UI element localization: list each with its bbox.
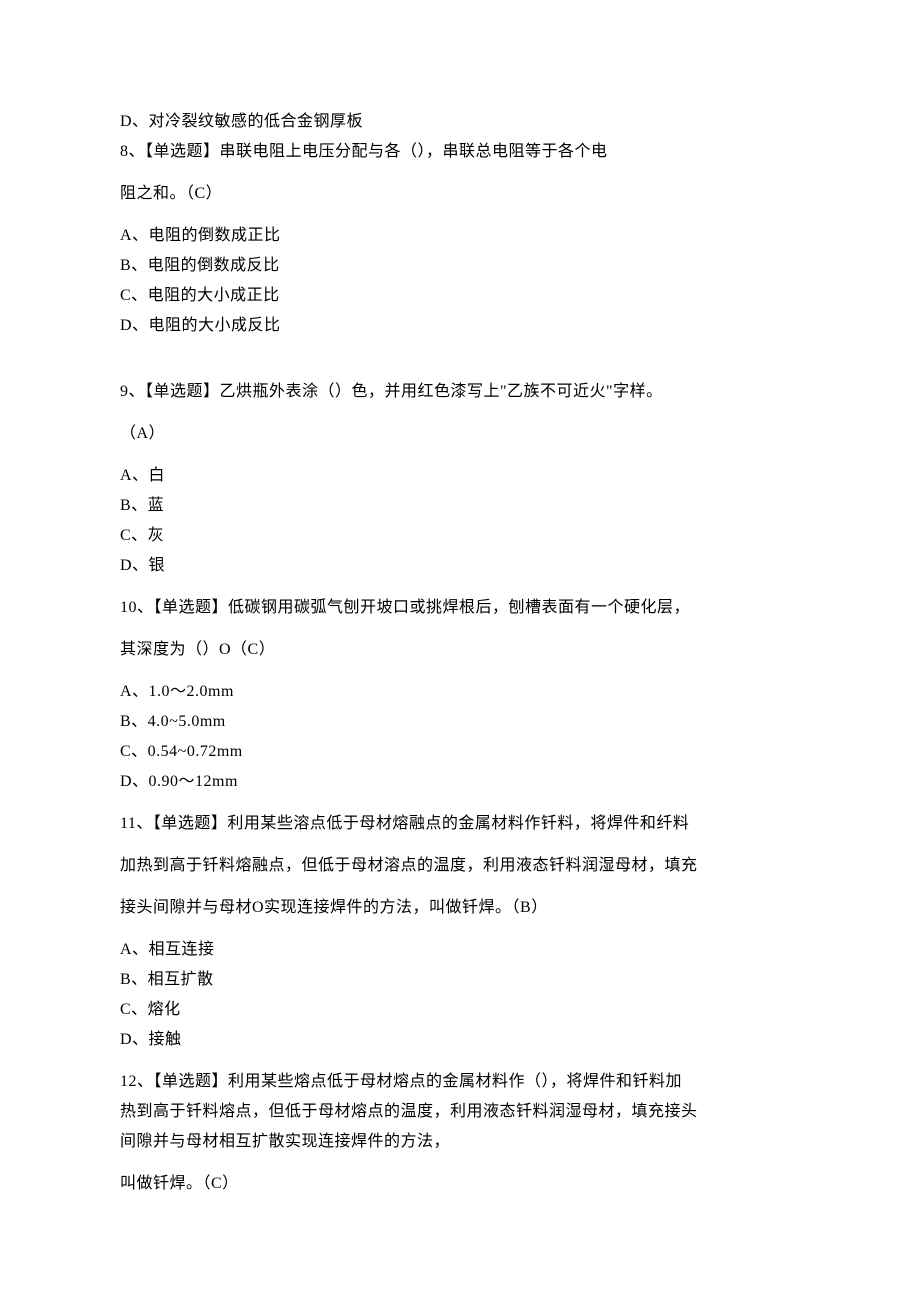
q8-stem-line1: 8、【单选题】串联电阻上电压分配与各（），串联总电阻等于各个电 — [120, 140, 800, 164]
q10-option-b: B、4.0~5.0mm — [120, 710, 800, 734]
q11-option-b: B、相互扩散 — [120, 968, 800, 992]
q9-option-d: D、银 — [120, 554, 800, 578]
q7-option-d: D、对冷裂纹敏感的低合金钢厚板 — [120, 110, 800, 134]
q11-option-d: D、接触 — [120, 1028, 800, 1052]
spacer — [120, 1160, 800, 1172]
document-page: D、对冷裂纹敏感的低合金钢厚板 8、【单选题】串联电阻上电压分配与各（），串联总… — [0, 0, 920, 1301]
spacer — [120, 410, 800, 422]
q8-stem-line2: 阻之和。（C） — [120, 182, 800, 206]
spacer — [120, 626, 800, 638]
q11-option-c: C、熔化 — [120, 998, 800, 1022]
q11-stem-line1: 11、【单选题】利用某些溶点低于母材熔融点的金属材料作钎料，将焊件和纤料 — [120, 812, 800, 836]
q8-option-a: A、电阻的倒数成正比 — [120, 224, 800, 248]
q10-option-a: A、1.0～2.0mm — [120, 680, 800, 704]
q11-stem-line3: 接头间隙并与母材O实现连接焊件的方法，叫做钎焊。（B） — [120, 896, 800, 920]
spacer — [120, 344, 800, 368]
q9-option-b: B、蓝 — [120, 494, 800, 518]
spacer — [120, 884, 800, 896]
q8-option-b: B、电阻的倒数成反比 — [120, 254, 800, 278]
q9-option-c: C、灰 — [120, 524, 800, 548]
q12-stem-line3: 间隙并与母材相互扩散实现连接焊件的方法， — [120, 1130, 800, 1154]
q11-option-a: A、相互连接 — [120, 938, 800, 962]
q10-option-d: D、0.90～12mm — [120, 770, 800, 794]
spacer — [120, 368, 800, 380]
q12-stem-line1: 12、【单选题】利用某些熔点低于母材熔点的金属材料作（），将焊件和钎料加 — [120, 1070, 800, 1094]
spacer — [120, 584, 800, 596]
q8-option-d: D、电阻的大小成反比 — [120, 314, 800, 338]
q12-stem-line2: 热到高于钎料熔点，但低于母材熔点的温度，利用液态钎料润湿母材，填充接头 — [120, 1100, 800, 1124]
spacer — [120, 212, 800, 224]
q11-stem-line2: 加热到高于钎料熔融点，但低于母材溶点的温度，利用液态钎料润湿母材，填充 — [120, 854, 800, 878]
spacer — [120, 668, 800, 680]
q9-stem-line2: （A） — [120, 422, 800, 446]
spacer — [120, 170, 800, 182]
spacer — [120, 842, 800, 854]
q12-stem-line4: 叫做钎焊。（C） — [120, 1172, 800, 1196]
q10-option-c: C、0.54~0.72mm — [120, 740, 800, 764]
spacer — [120, 800, 800, 812]
q9-option-a: A、白 — [120, 464, 800, 488]
spacer — [120, 1058, 800, 1070]
spacer — [120, 452, 800, 464]
q8-option-c: C、电阻的大小成正比 — [120, 284, 800, 308]
spacer — [120, 926, 800, 938]
q10-stem-line2: 其深度为（）O（C） — [120, 638, 800, 662]
q10-stem-line1: 10、【单选题】低碳钢用碳弧气刨开坡口或挑焊根后，刨槽表面有一个硬化层， — [120, 596, 800, 620]
q9-stem-line1: 9、【单选题】乙烘瓶外表涂（）色，并用红色漆写上"乙族不可近火"字样。 — [120, 380, 800, 404]
